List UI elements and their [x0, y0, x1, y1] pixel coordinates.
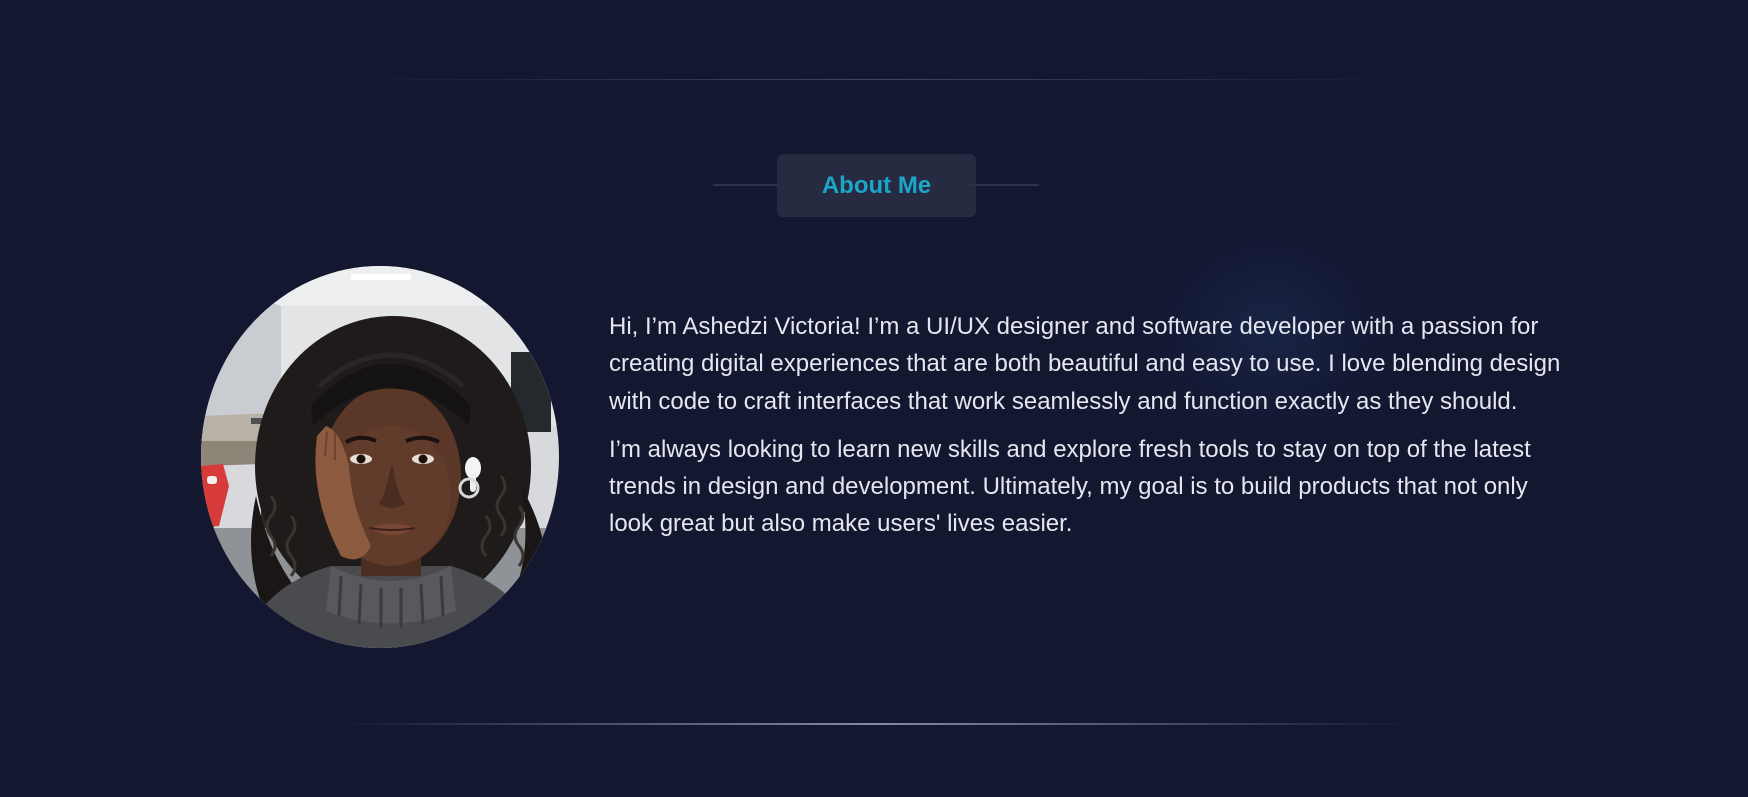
- profile-photo: [201, 266, 559, 648]
- bio-text: Hi, I’m Ashedzi Victoria! I’m a UI/UX de…: [609, 308, 1574, 543]
- section-heading: About Me: [713, 154, 1039, 217]
- heading-line-right: [969, 184, 1039, 186]
- heading-line-left: [713, 184, 783, 186]
- top-divider: [340, 79, 1410, 80]
- bottom-divider: [340, 723, 1410, 725]
- bio-paragraph: Hi, I’m Ashedzi Victoria! I’m a UI/UX de…: [609, 313, 1561, 415]
- about-me-title: About Me: [777, 154, 976, 217]
- bio-paragraph: I’m always looking to learn new skills a…: [609, 435, 1531, 538]
- avatar: [201, 266, 559, 648]
